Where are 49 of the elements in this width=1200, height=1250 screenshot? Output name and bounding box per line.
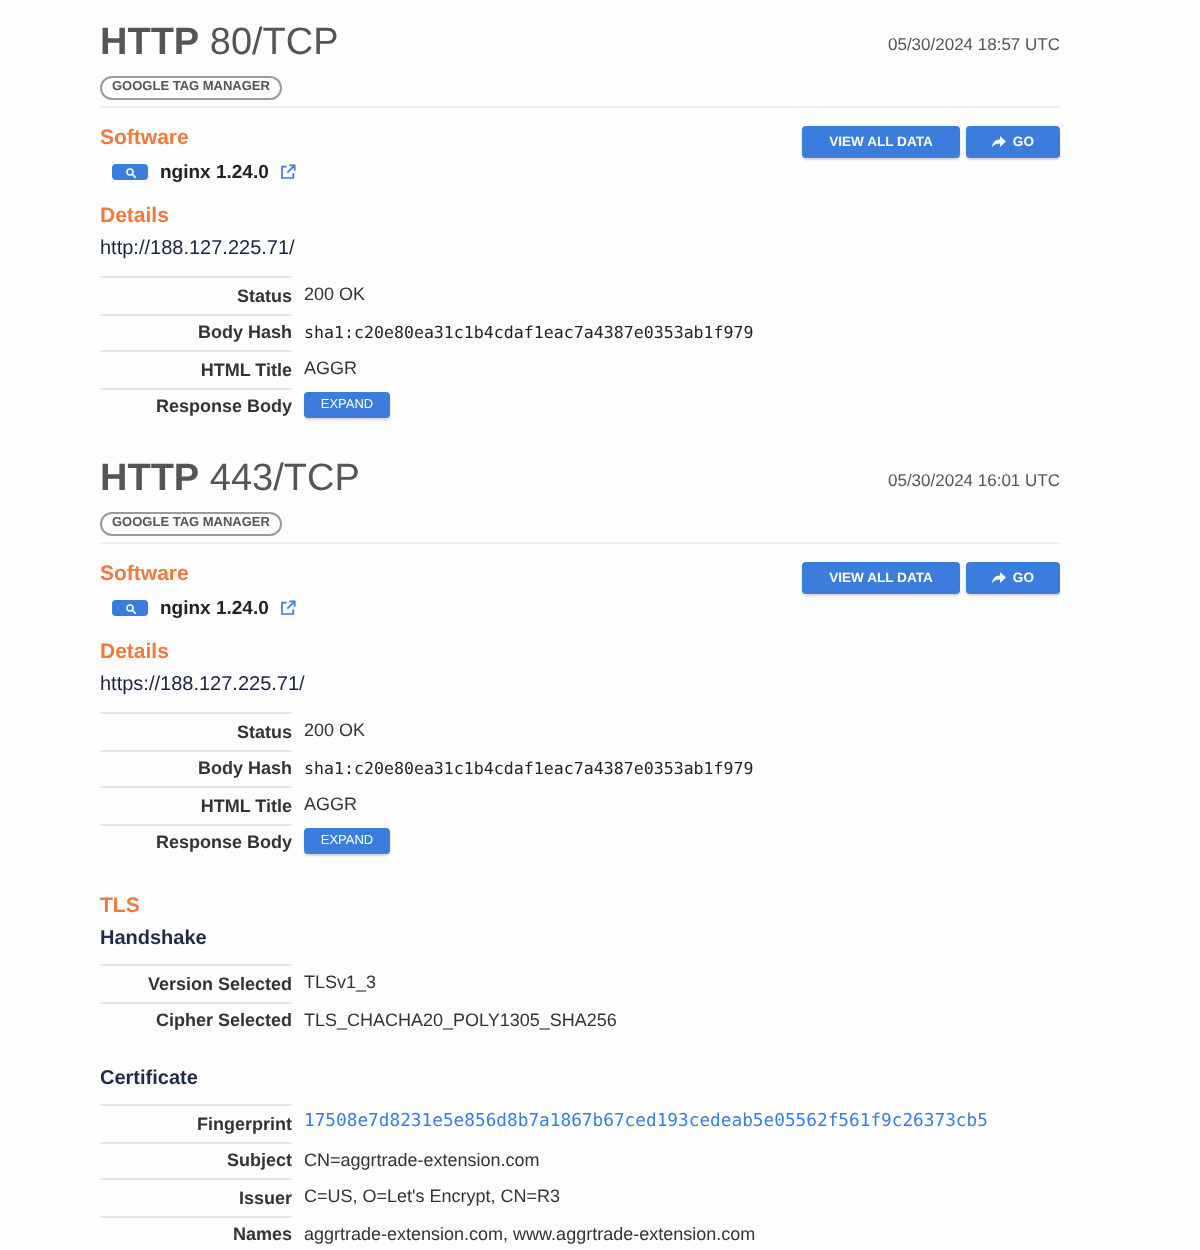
hash-value: sha1:c20e80ea31c1b4cdaf1eac7a4387e0353ab1f979 xyxy=(304,757,754,778)
forward-arrow-icon xyxy=(992,136,1007,148)
field-label: Body Hash xyxy=(197,322,292,343)
section-heading: Details xyxy=(100,640,169,664)
field-label: Response Body xyxy=(155,396,292,417)
service-title: HTTP 80/TCP xyxy=(100,22,339,66)
software-name: nginx 1.24.0 xyxy=(160,597,269,619)
software-name: nginx 1.24.0 xyxy=(160,161,269,183)
forward-arrow-icon xyxy=(992,572,1007,584)
field-value: CN=aggrtrade-extension.com xyxy=(304,1149,540,1170)
field-label: Response Body xyxy=(155,832,292,853)
field-label: Body Hash xyxy=(197,758,292,779)
field-value: C=US, O=Let's Encrypt, CN=R3 xyxy=(304,1186,561,1207)
search-icon xyxy=(125,167,135,177)
external-link-icon[interactable] xyxy=(280,164,297,180)
search-icon xyxy=(125,603,135,613)
field-label: Subject xyxy=(226,1150,292,1171)
timestamp: 05/30/2024 16:01 UTC xyxy=(887,470,1060,490)
field-label: HTML Title xyxy=(200,359,292,380)
service-title: HTTP 443/TCP xyxy=(100,458,360,502)
timestamp: 05/30/2024 18:57 UTC xyxy=(887,34,1060,54)
field-value: 200 OK xyxy=(304,284,366,305)
section-heading: Software xyxy=(100,126,189,150)
field-value: TLS_CHACHA20_POLY1305_SHA256 xyxy=(304,1009,617,1030)
field-label: Status xyxy=(236,721,292,742)
field-value: aggrtrade-extension.com, www.aggrtrade-extension.com xyxy=(304,1223,756,1244)
field-value: AGGR xyxy=(304,358,358,379)
field-value: 200 OK xyxy=(304,720,366,741)
group-title: Handshake xyxy=(100,928,207,952)
fingerprint-link[interactable]: 17508e7d8231e5e856d8b7a1867b67ced193cedeab5e05562f561f9c26373cb5 xyxy=(304,1112,988,1133)
section-heading: Software xyxy=(100,562,189,586)
field-label: HTML Title xyxy=(200,795,292,816)
field-label: Status xyxy=(236,285,292,306)
field-value: AGGR xyxy=(304,794,358,815)
field-label: Version Selected xyxy=(147,973,292,994)
section-heading: Details xyxy=(100,204,169,228)
field-label: Cipher Selected xyxy=(155,1010,292,1031)
search-button[interactable] xyxy=(112,600,148,616)
field-value: TLSv1_3 xyxy=(304,972,377,993)
hash-value: sha1:c20e80ea31c1b4cdaf1eac7a4387e0353ab1f979 xyxy=(304,321,754,342)
external-link-icon[interactable] xyxy=(280,600,297,616)
url-text: https://188.127.225.71/ xyxy=(100,674,305,698)
field-label: Fingerprint xyxy=(197,1113,292,1134)
field-label: Issuer xyxy=(238,1187,292,1208)
field-label: Names xyxy=(232,1224,292,1245)
url-text: http://188.127.225.71/ xyxy=(100,238,295,262)
search-button[interactable] xyxy=(112,164,148,180)
group-title: Certificate xyxy=(100,1068,198,1092)
section-heading: TLS xyxy=(100,894,140,918)
